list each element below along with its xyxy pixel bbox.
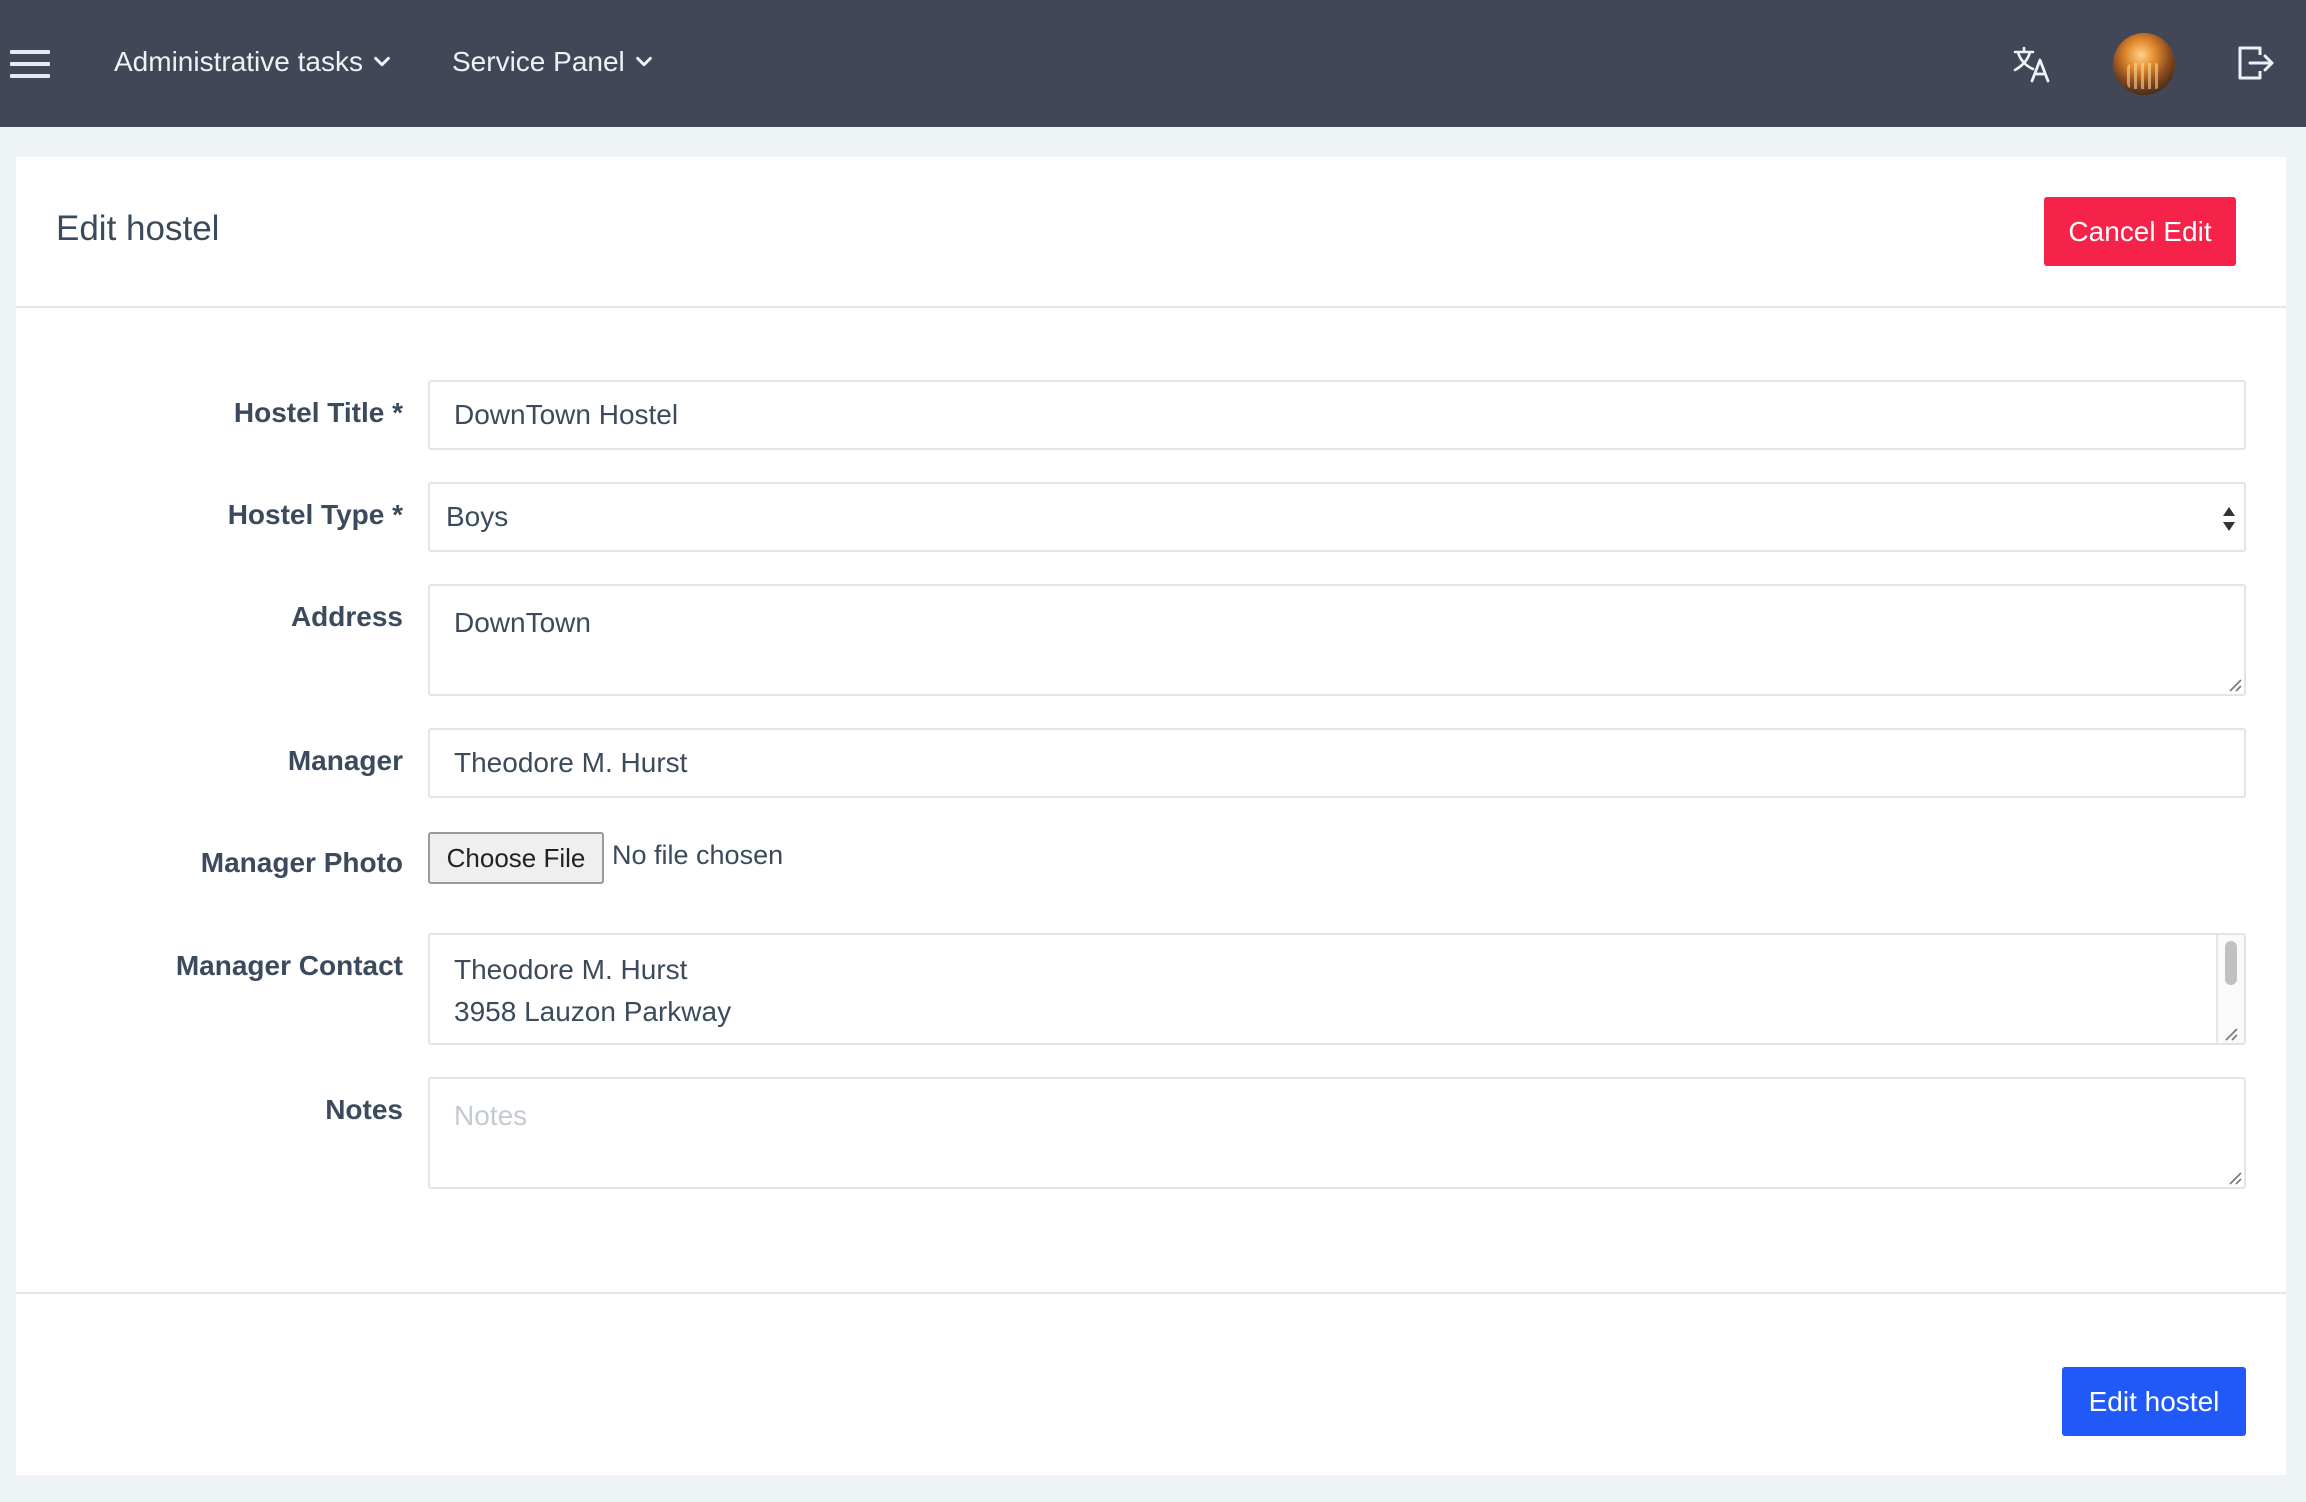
user-avatar[interactable] [2113, 33, 2175, 95]
choose-file-button[interactable]: Choose File [428, 832, 604, 884]
address-value: DownTown [454, 607, 591, 638]
manager-photo-label: Manager Photo [200, 847, 403, 878]
chevron-down-icon [374, 56, 390, 67]
cancel-edit-button[interactable]: Cancel Edit [2044, 197, 2236, 266]
edit-hostel-submit-button[interactable]: Edit hostel [2062, 1367, 2246, 1436]
top-navbar: Administrative tasks Service Panel [0, 0, 2306, 127]
file-status-text: No file chosen [612, 840, 784, 870]
card-footer-divider [16, 1292, 2286, 1294]
notes-label: Notes [325, 1094, 403, 1125]
select-arrows-icon [2223, 507, 2235, 531]
hostel-title-value: DownTown Hostel [454, 399, 679, 430]
translate-icon[interactable] [2012, 44, 2052, 84]
hamburger-menu-icon[interactable] [10, 50, 50, 78]
notes-placeholder: Notes [454, 1100, 528, 1131]
manager-contact-label: Manager Contact [175, 950, 403, 981]
hostel-type-label: Hostel Type * [227, 499, 403, 530]
manager-label: Manager [287, 745, 403, 776]
resize-grip-icon[interactable] [2226, 676, 2242, 692]
contact-line: Longlac, ON N0H 2S4 [454, 1033, 2220, 1043]
logout-icon[interactable] [2236, 42, 2276, 84]
notes-textarea[interactable]: Notes [428, 1077, 2246, 1189]
resize-grip-icon[interactable] [2222, 1025, 2238, 1041]
contact-line: Theodore M. Hurst [454, 954, 688, 985]
manager-input[interactable]: Theodore M. Hurst [428, 728, 2246, 798]
card-header: Edit hostel Cancel Edit [16, 157, 2286, 308]
page-title: Edit hostel [56, 209, 220, 248]
edit-hostel-card: Edit hostel Cancel Edit Hostel Title * D… [16, 157, 2286, 1475]
nav-menu-label: Service Panel [452, 46, 625, 77]
nav-menu-label: Administrative tasks [114, 46, 363, 77]
nav-menu-service-panel[interactable]: Service Panel [452, 40, 655, 84]
hostel-type-value: Boys [446, 501, 509, 532]
hostel-type-select[interactable]: Boys [428, 482, 2246, 552]
address-textarea[interactable]: DownTown [428, 584, 2246, 696]
manager-value: Theodore M. Hurst [454, 747, 688, 778]
contact-line: 3958 Lauzon Parkway [454, 996, 732, 1027]
manager-contact-textarea[interactable]: Theodore M. Hurst 3958 Lauzon Parkway Lo… [428, 933, 2246, 1045]
nav-menu-administrative-tasks[interactable]: Administrative tasks [114, 40, 393, 84]
chevron-down-icon [635, 56, 652, 67]
resize-grip-icon[interactable] [2226, 1169, 2242, 1185]
address-label: Address [290, 601, 403, 632]
hostel-title-input[interactable]: DownTown Hostel [428, 380, 2246, 450]
hostel-title-label: Hostel Title * [233, 397, 403, 428]
scrollbar-thumb[interactable] [2225, 941, 2237, 985]
